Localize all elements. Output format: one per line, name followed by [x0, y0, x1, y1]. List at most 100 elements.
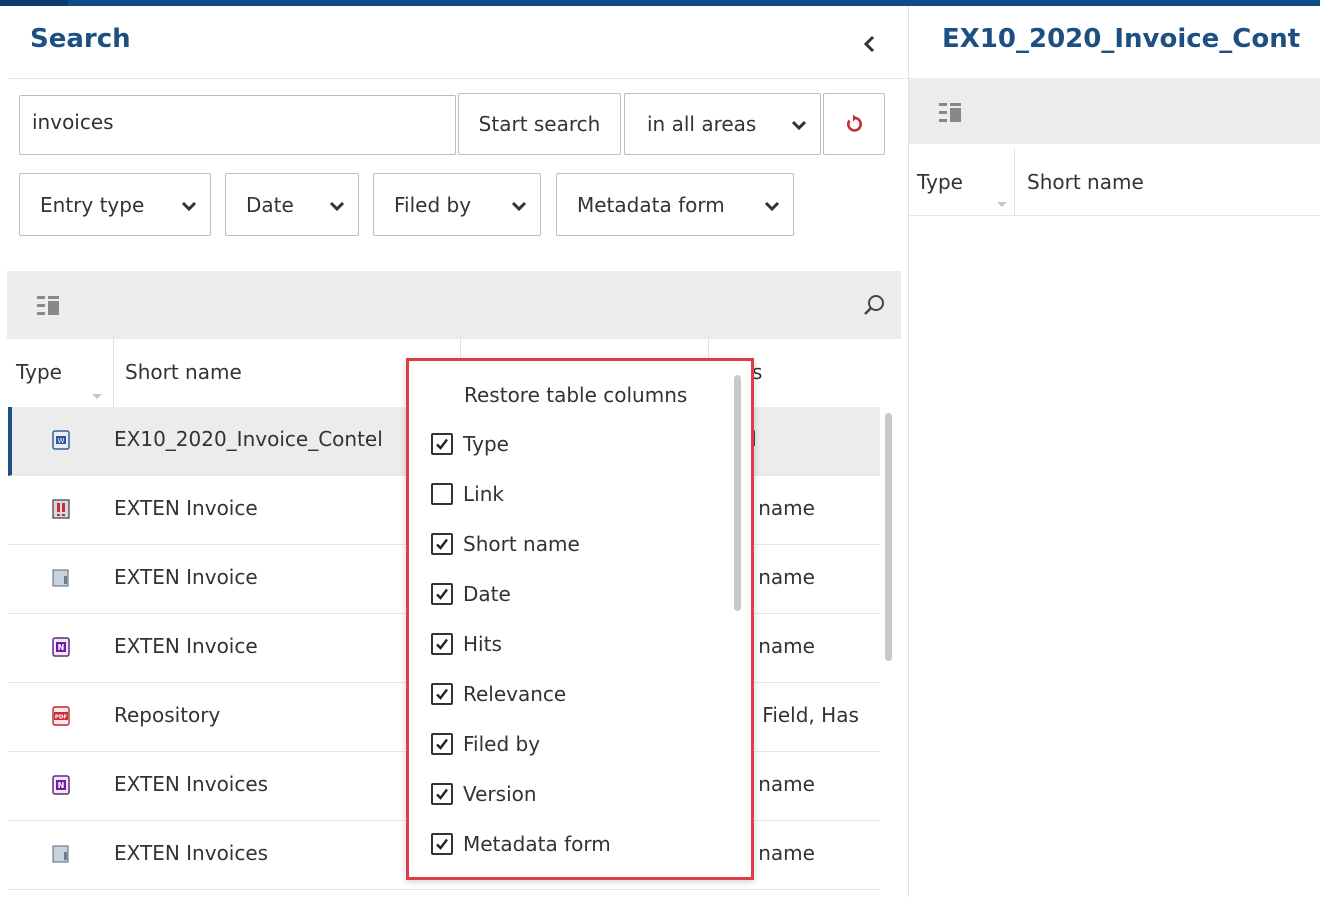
- filter-filed-by[interactable]: Filed by: [373, 173, 541, 236]
- reset-search-button[interactable]: [823, 93, 885, 155]
- filter-entry-type-label: Entry type: [40, 192, 145, 217]
- detail-header-line: [909, 215, 1320, 216]
- row-hits: t name: [744, 565, 815, 589]
- row-short-name: EX10_2020_Invoice_Contel: [114, 427, 383, 451]
- checkbox-checked[interactable]: [431, 633, 453, 655]
- app-form-icon: [52, 499, 70, 519]
- checkmark-icon: [436, 588, 448, 600]
- filter-date[interactable]: Date: [225, 173, 359, 236]
- column-option-type[interactable]: Type: [431, 429, 509, 459]
- row-hits: t name: [744, 496, 815, 520]
- column-option-label: Hits: [463, 632, 502, 656]
- checkbox-checked[interactable]: [431, 683, 453, 705]
- checkmark-icon: [436, 738, 448, 750]
- document-title: EX10_2020_Invoice_Cont: [942, 24, 1301, 54]
- checkmark-icon: [436, 838, 448, 850]
- start-search-button[interactable]: Start search: [458, 93, 621, 155]
- checkbox-checked[interactable]: [431, 783, 453, 805]
- row-short-name: EXTEN Invoices: [114, 772, 269, 796]
- checkmark-icon: [436, 788, 448, 800]
- column-option-label: Type: [463, 432, 509, 456]
- sort-caret-icon[interactable]: [92, 394, 102, 399]
- checkbox-checked[interactable]: [431, 733, 453, 755]
- filter-date-label: Date: [246, 192, 294, 217]
- column-option-link[interactable]: Link: [431, 479, 504, 509]
- column-option-label: Link: [463, 482, 504, 506]
- restore-columns-title[interactable]: Restore table columns: [464, 383, 687, 407]
- search-panel-title: Search: [30, 24, 131, 54]
- checkmark-icon: [436, 688, 448, 700]
- checkmark-icon: [436, 438, 448, 450]
- chevron-down-icon: [181, 201, 197, 212]
- row-hits: t name: [744, 772, 815, 796]
- row-short-name: EXTEN Invoices: [114, 841, 269, 865]
- checkbox-checked[interactable]: [431, 833, 453, 855]
- column-option-label: Relevance: [463, 682, 567, 706]
- column-option-filed-by[interactable]: Filed by: [431, 729, 540, 759]
- column-option-label: Version: [463, 782, 537, 806]
- chevron-left-icon: [863, 35, 875, 53]
- chevron-down-icon: [764, 201, 780, 212]
- svg-text:W: W: [58, 437, 65, 445]
- sort-caret-icon[interactable]: [997, 202, 1007, 207]
- row-short-name: Repository: [114, 703, 221, 727]
- column-option-label: Short name: [463, 532, 580, 556]
- checkbox-unchecked[interactable]: [431, 483, 453, 505]
- column-separator: [113, 336, 114, 408]
- checkmark-icon: [436, 538, 448, 550]
- search-input[interactable]: [19, 95, 456, 155]
- column-option-date[interactable]: Date: [431, 579, 511, 609]
- onenote-icon: N: [52, 637, 70, 657]
- chevron-down-icon: [791, 120, 807, 131]
- restore-columns-popup: Restore table columns Type Link Short name…: [406, 358, 754, 880]
- column-settings-icon[interactable]: [37, 295, 59, 317]
- checkmark-icon: [436, 638, 448, 650]
- row-short-name: EXTEN Invoice: [114, 634, 258, 658]
- column-option-label: Filed by: [463, 732, 541, 756]
- detail-column-header-type[interactable]: Type: [917, 170, 963, 194]
- word-document-icon: W: [52, 430, 70, 450]
- row-hits: t name: [744, 634, 815, 658]
- results-toolbar: [7, 271, 901, 339]
- title-separator: [8, 78, 908, 79]
- column-settings-icon[interactable]: [939, 102, 961, 124]
- checkbox-checked[interactable]: [431, 433, 453, 455]
- column-header-short-name[interactable]: Short name: [125, 360, 242, 384]
- checkbox-checked[interactable]: [431, 533, 453, 555]
- filter-entry-type[interactable]: Entry type: [19, 173, 211, 236]
- column-option-label: Metadata form: [463, 832, 611, 856]
- document-detail-panel: EX10_2020_Invoice_Cont Type Short name: [909, 6, 1320, 897]
- detail-toolbar: [909, 78, 1320, 144]
- folder-binder-icon: [52, 845, 69, 863]
- filter-filed-by-label: Filed by: [394, 192, 472, 217]
- search-icon[interactable]: [863, 293, 887, 317]
- svg-text:PDF: PDF: [55, 715, 68, 721]
- column-option-short-name[interactable]: Short name: [431, 529, 580, 559]
- results-scrollbar[interactable]: [885, 413, 892, 661]
- row-short-name: EXTEN Invoice: [114, 565, 258, 589]
- checkbox-checked[interactable]: [431, 583, 453, 605]
- search-scope-select[interactable]: in all areas: [624, 93, 821, 155]
- row-short-name: EXTEN Invoice: [114, 496, 258, 520]
- detail-column-header-short-name[interactable]: Short name: [1027, 170, 1144, 194]
- filter-metadata-form-label: Metadata form: [577, 192, 725, 217]
- popup-scrollbar[interactable]: [734, 375, 741, 611]
- row-hits: t name: [744, 841, 815, 865]
- pdf-icon: PDF: [52, 706, 70, 726]
- onenote-icon: N: [52, 775, 70, 795]
- svg-text:N: N: [58, 781, 65, 790]
- row-hits: l, Field, Has: [744, 703, 859, 727]
- chevron-down-icon: [511, 201, 527, 212]
- column-option-metadata-form[interactable]: Metadata form: [431, 829, 611, 859]
- column-option-relevance[interactable]: Relevance: [431, 679, 566, 709]
- column-header-type[interactable]: Type: [16, 360, 62, 384]
- search-scope-value: in all areas: [647, 112, 757, 136]
- folder-binder-icon: [52, 569, 69, 587]
- collapse-panel-button[interactable]: [856, 30, 884, 58]
- column-option-label: Date: [463, 582, 511, 606]
- column-option-hits[interactable]: Hits: [431, 629, 502, 659]
- chevron-down-icon: [329, 201, 345, 212]
- start-search-label: Start search: [478, 112, 601, 136]
- column-option-version[interactable]: Version: [431, 779, 537, 809]
- filter-metadata-form[interactable]: Metadata form: [556, 173, 794, 236]
